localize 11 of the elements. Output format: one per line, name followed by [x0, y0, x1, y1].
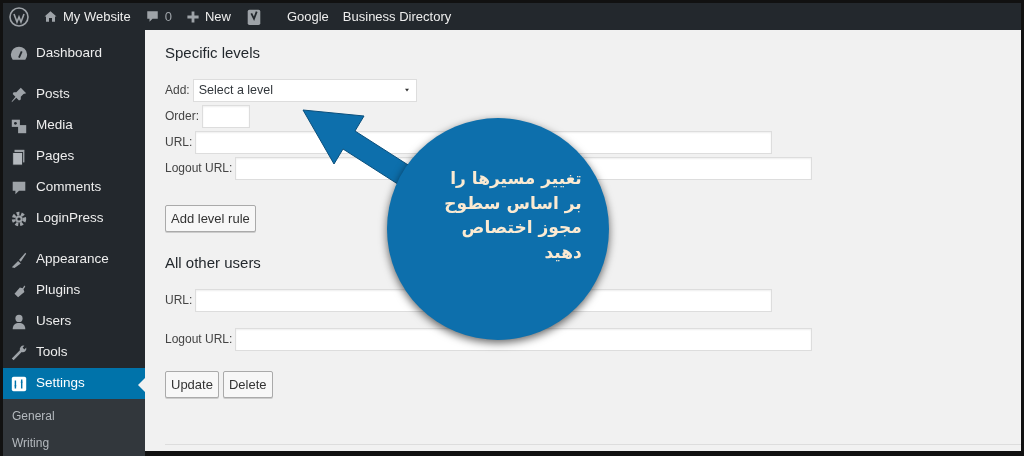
section-title: All other users — [165, 253, 261, 273]
section-title: Specific levels — [165, 43, 261, 63]
field-label: Logout URL: — [165, 331, 233, 348]
new-label: New — [204, 7, 231, 26]
field-label: URL: — [165, 134, 193, 151]
callout-text: تغییر مسیرها را بر اساس سطوح مجوز اختصاص دهید — [444, 167, 582, 264]
comment-count: 0 — [164, 7, 172, 26]
field-label: Order: — [165, 108, 199, 125]
field-label: Add: — [165, 82, 190, 99]
field-label: Logout URL: — [165, 160, 233, 177]
field-label: URL: — [165, 292, 193, 309]
